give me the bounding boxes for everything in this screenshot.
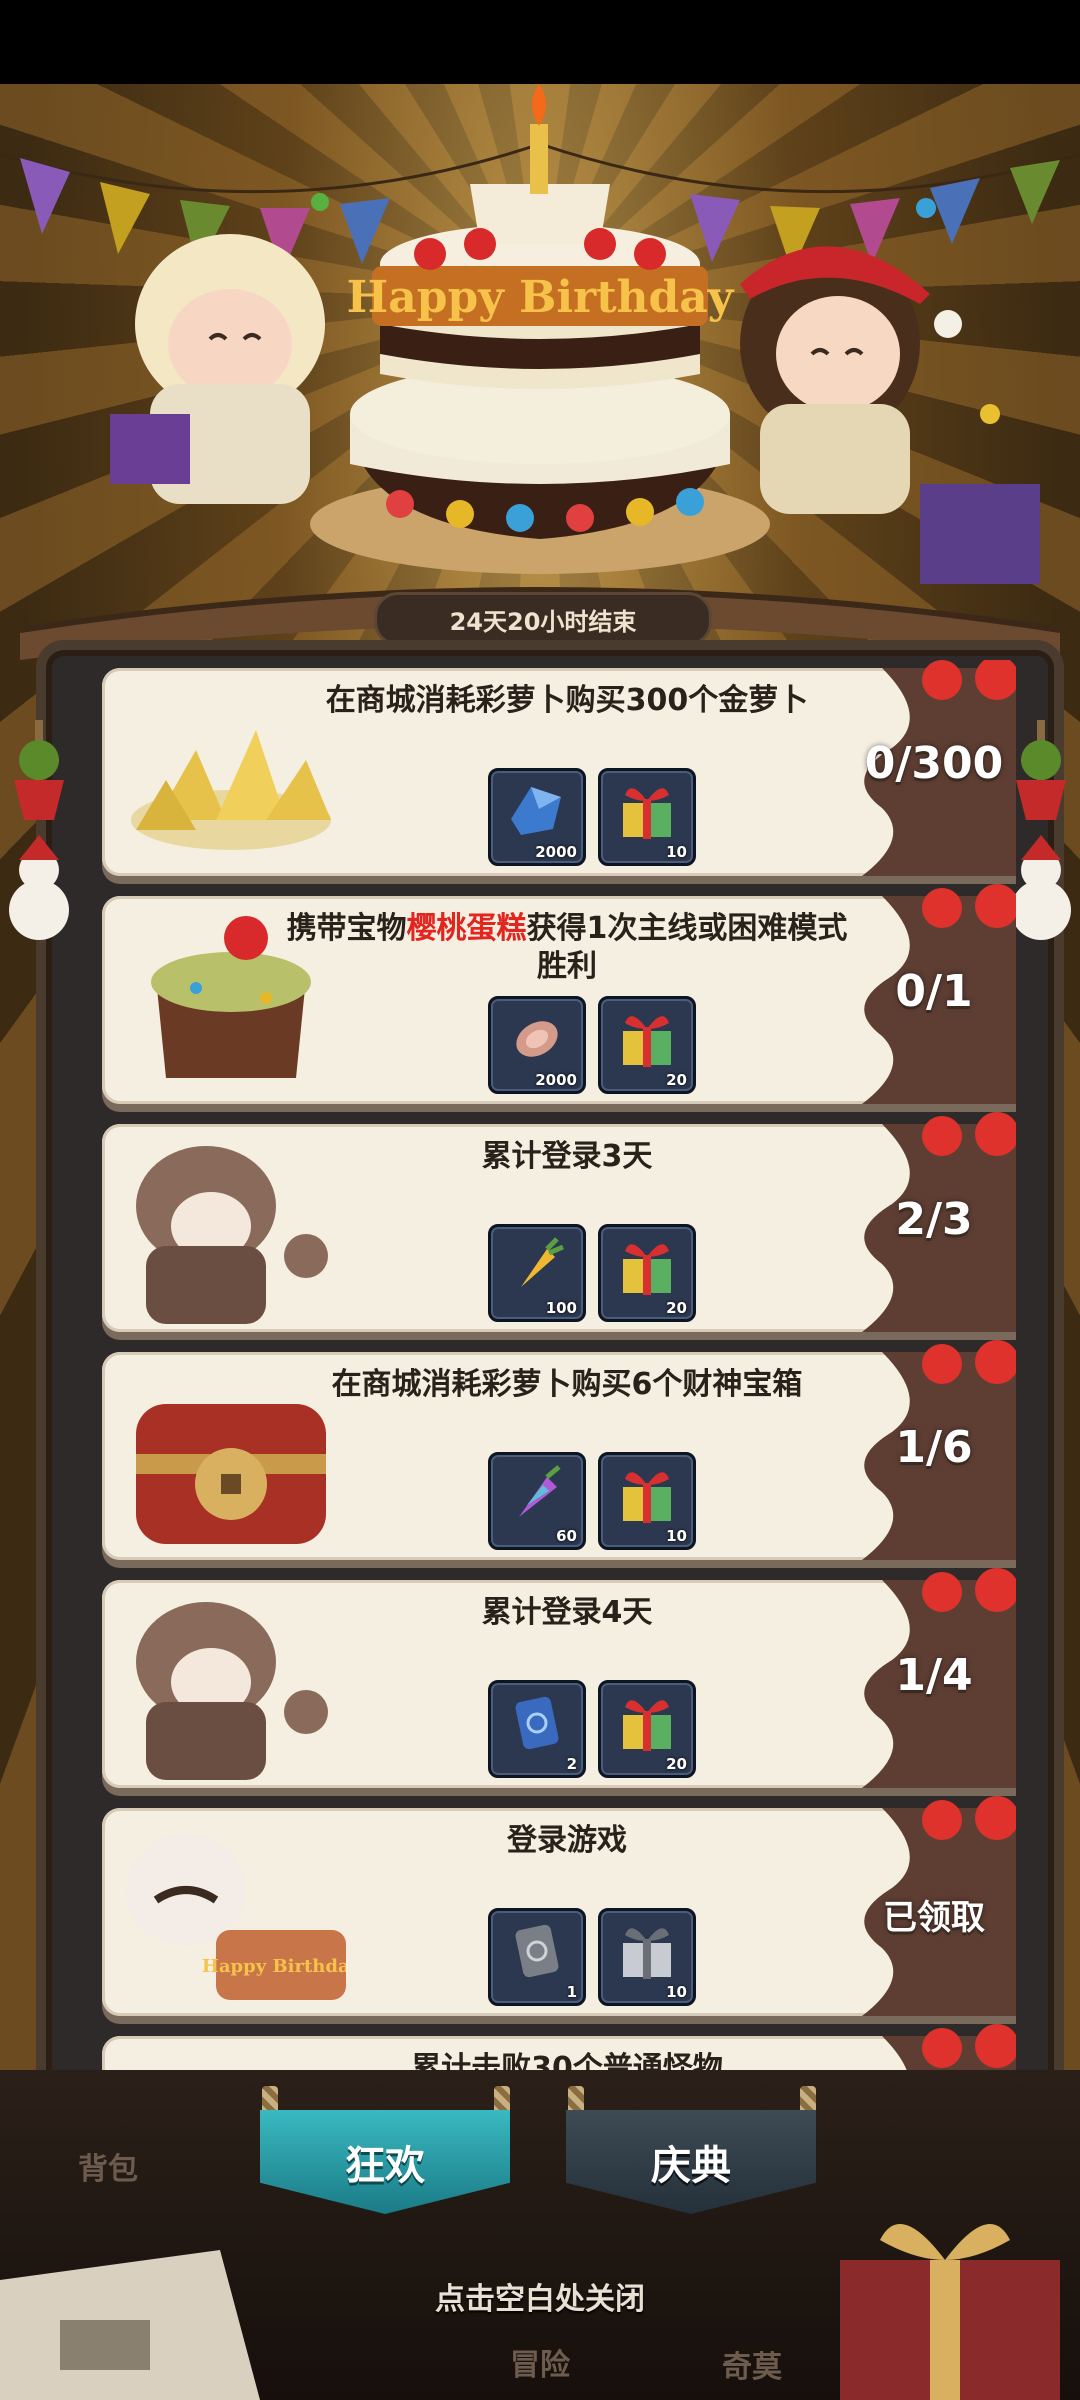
strawberry-decoration [922,1568,1016,1612]
strawberry-decoration [922,660,1016,700]
reward-slot[interactable]: 2000 [488,768,586,866]
rainbow-gift-icon [623,1472,671,1523]
rainbow-gift-icon [623,788,671,839]
blue-card-icon [515,1696,559,1750]
bg-backpack-label: 背包 [78,2152,138,2187]
reward-slot[interactable]: 10 [598,768,696,866]
task-card: 在商城消耗彩萝卜购买300个金萝卜 2000 10 0/300 [102,660,1016,876]
task-card: 累计击败30个普通怪物 [102,2024,1016,2070]
task-progress: 1/4 [895,1650,973,1701]
game-screen: Happy Birthday 24天20小时结束 在商城消耗彩萝卜购买300个金… [0,0,1080,2400]
reward-slot[interactable]: 20 [598,1224,696,1322]
reward-slot[interactable]: 10 [598,1908,696,2006]
blue-crystal-icon [511,787,561,835]
task-list[interactable]: 在商城消耗彩萝卜购买300个金萝卜 2000 10 0/300 携带宝物樱桃蛋糕… [64,660,1016,2070]
event-countdown: 24天20小时结束 [374,592,712,646]
close-hint[interactable]: 点击空白处关闭 [0,2274,1080,2318]
task-progress: 0/300 [864,738,1004,789]
svg-text:Happy Birthday: Happy Birthday [347,272,735,323]
grey-card-icon [515,1924,559,1978]
birthday-cake-illustration: Happy Birthday [110,84,1040,584]
strawberry-decoration [922,2024,1016,2068]
reward-slot[interactable]: 2000 [488,996,586,1094]
rainbow-gift-icon [623,1700,671,1751]
task-title: 在商城消耗彩萝卜购买6个财神宝箱 [331,1367,803,1402]
task-title: 累计登录3天 [481,1139,653,1174]
meat-icon [516,1021,558,1057]
task-card: 在商城消耗彩萝卜购买6个财神宝箱 60 10 1/6 [102,1340,1016,1560]
right-snowman-ornament [1011,720,1071,940]
reward-slot[interactable]: 20 [598,1680,696,1778]
bg-oddities-label: 奇莫 [722,2350,782,2385]
reward-slot[interactable]: 2 [488,1680,586,1778]
task-title: 携带宝物樱桃蛋糕获得1次主线或困难模式胜利 [286,911,848,984]
task-title: 累计登录4天 [481,1595,653,1630]
task-card: 累计登录3天 100 20 2/3 [102,1112,1016,1332]
golden-carrot-icon [521,1237,564,1287]
strawberry-decoration [922,1796,1016,1840]
reward-slot[interactable]: 20 [598,996,696,1094]
reward-slot[interactable]: 1 [488,1908,586,2006]
bg-adventure-label: 冒险 [510,2348,570,2383]
claimed-status: 已领取 [883,1898,985,1938]
reward-slot[interactable]: 60 [488,1452,586,1550]
strawberry-decoration [922,1340,1016,1384]
task-title: 登录游戏 [507,1823,627,1858]
task-card: Happy Birthday 登录游戏 1 10 已领取 [102,1796,1016,2016]
reward-slot[interactable]: 10 [598,1452,696,1550]
rainbow-gift-icon [623,1244,671,1295]
strawberry-decoration [922,1112,1016,1156]
task-progress: 0/1 [895,966,973,1017]
reward-slot[interactable]: 100 [488,1224,586,1322]
strawberry-decoration [922,884,1016,928]
silver-gift-icon [623,1928,671,1979]
treasure-name-highlight: 樱桃蛋糕 [406,911,527,946]
task-title: 累计击败30个普通怪物 [411,2051,723,2070]
task-title: 在商城消耗彩萝卜购买300个金萝卜 [325,683,809,718]
task-progress: 2/3 [895,1194,973,1245]
svg-text:Happy Birthday: Happy Birthday [202,1956,346,1977]
task-progress: 1/6 [895,1422,973,1473]
task-card: 累计登录4天 2 20 1/4 [102,1568,1016,1788]
rainbow-carrot-icon [519,1465,561,1517]
status-bar [0,0,1080,84]
task-card: 携带宝物樱桃蛋糕获得1次主线或困难模式胜利 2000 20 0/1 [102,884,1016,1104]
rainbow-gift-icon [623,1016,671,1067]
